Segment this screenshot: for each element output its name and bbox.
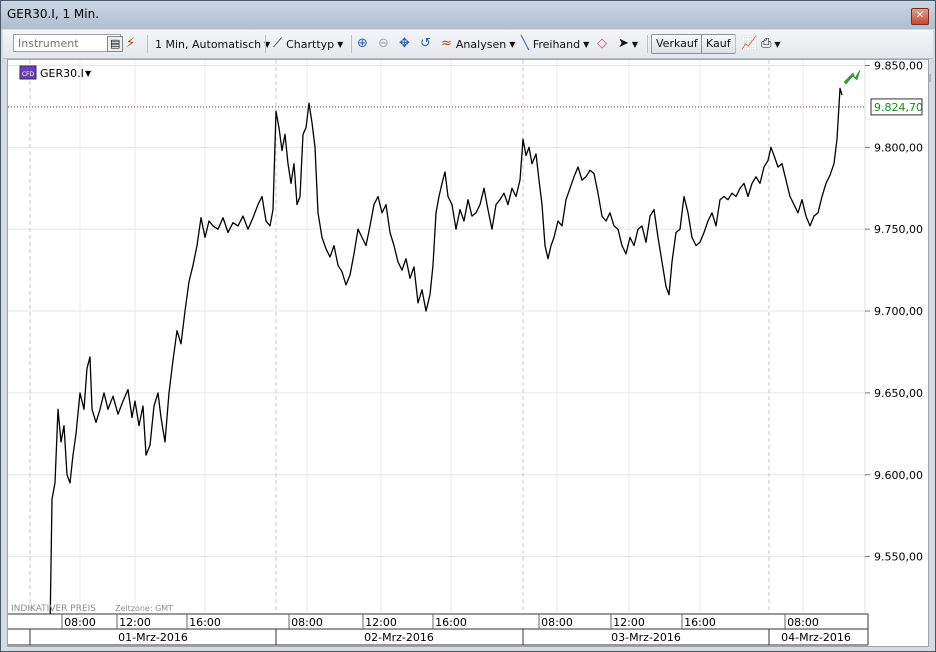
window-title: GER30.I, 1 Min. xyxy=(7,7,100,21)
verkauf-button[interactable]: Verkauf xyxy=(651,34,703,54)
add-indicator-icon[interactable]: ⚡ xyxy=(126,30,135,58)
y-tick-label: 9.550,00 xyxy=(874,551,923,564)
chart-settings-icon: 📈 xyxy=(741,36,758,51)
y-tick-label: 9.600,00 xyxy=(874,469,923,482)
instrument-picker-icon[interactable]: ▤ xyxy=(107,30,124,58)
x-tick-label: 16:00 xyxy=(684,616,716,629)
y-tick-label: 9.800,00 xyxy=(874,141,923,154)
chevron-down-icon: ▼ xyxy=(774,39,781,49)
close-button[interactable]: ✕ xyxy=(911,8,929,25)
x-tick-label: 12:00 xyxy=(613,616,645,629)
line-chart-icon: ⟋ xyxy=(273,36,283,51)
move-icon: ✥ xyxy=(399,36,410,51)
price-type-label: INDIKATIVER PREIS xyxy=(11,604,96,614)
chart-symbol: GER30.I xyxy=(40,67,84,80)
x-tick-label: 08:00 xyxy=(541,616,573,629)
eraser-button[interactable]: ◇ xyxy=(597,30,607,58)
x-tick-label: 16:00 xyxy=(435,616,467,629)
interval-label: 1 Min, Automatisch xyxy=(155,37,262,51)
zoom-out-icon: ⊖ xyxy=(378,36,389,51)
x-tick-label: 16:00 xyxy=(189,616,221,629)
current-price-label: 9.824,70 xyxy=(874,101,923,114)
zoom-in-button[interactable]: ⊕ xyxy=(357,30,368,58)
reset-button[interactable]: ↺ xyxy=(420,30,431,58)
day-label: 01-Mrz-2016 xyxy=(118,631,188,644)
zoom-in-icon: ⊕ xyxy=(357,36,368,51)
cfd-badge: CFD xyxy=(22,71,35,78)
y-tick-label: 9.700,00 xyxy=(874,305,923,318)
day-label: 04-Mrz-2016 xyxy=(781,631,851,644)
kauf-button[interactable]: Kauf xyxy=(701,34,736,54)
price-series-line xyxy=(49,87,843,631)
eraser-icon: ◇ xyxy=(597,36,607,51)
analysen-label: Analysen xyxy=(455,37,507,51)
zoom-out-button[interactable]: ⊖ xyxy=(378,30,389,58)
chevron-down-icon: ▼ xyxy=(509,39,516,49)
instrument-input[interactable] xyxy=(13,34,121,52)
analysis-icon: ≈ xyxy=(441,36,452,51)
chevron-down-icon: ▼ xyxy=(631,39,639,49)
y-tick-label: 9.850,00 xyxy=(874,60,923,73)
draw-line-icon: ╲ xyxy=(521,36,529,51)
chart-panel[interactable]: 9.550,00 9.600,00 9.650,00 9.700,00 9.750,00… xyxy=(7,59,929,647)
chart-header[interactable]: CFD GER30.I ▼ xyxy=(19,65,92,80)
price-chart[interactable]: 9.550,00 9.600,00 9.650,00 9.700,00 9.750,00… xyxy=(8,60,928,646)
toolbar: ▤ ⚡ 1 Min, Automatisch▼ ⟋ Charttyp▼ ⊕ ⊖ … xyxy=(3,30,933,82)
close-icon: ✕ xyxy=(915,10,925,21)
day-label: 03-Mrz-2016 xyxy=(611,631,681,644)
cursor-icon: ➤ xyxy=(618,36,629,51)
day-label: 02-Mrz-2016 xyxy=(364,631,434,644)
chevron-down-icon: ▼ xyxy=(337,39,344,49)
x-tick-label: 12:00 xyxy=(365,616,397,629)
chart-settings-button[interactable]: 📈 xyxy=(741,30,757,58)
chevron-down-icon: ▼ xyxy=(583,39,590,49)
x-tick-label: 08:00 xyxy=(787,616,819,629)
undo-icon: ↺ xyxy=(420,36,431,51)
interval-dropdown[interactable]: 1 Min, Automatisch ▼ xyxy=(155,30,270,58)
cursor-dropdown[interactable]: ➤ ▼ xyxy=(618,30,638,58)
y-tick-label: 9.750,00 xyxy=(874,223,923,236)
chevron-down-icon[interactable]: ▼ xyxy=(85,69,92,78)
print-icon: ⎙ xyxy=(761,36,772,51)
analysen-dropdown[interactable]: ≈ Analysen ▼ xyxy=(441,30,515,58)
x-tick-label: 12:00 xyxy=(119,616,151,629)
charttype-dropdown[interactable]: ⟋ Charttyp ▼ xyxy=(273,30,343,58)
freihand-label: Freihand xyxy=(532,37,581,51)
freihand-dropdown[interactable]: ╲ Freihand ▼ xyxy=(521,30,589,58)
chart-window: GER30.I, 1 Min. ✕ ▤ ⚡ 1 Min, Automatisch… xyxy=(0,0,936,652)
print-dropdown[interactable]: ⎙ ▼ xyxy=(761,30,781,58)
x-tick-label: 08:00 xyxy=(291,616,323,629)
title-bar: GER30.I, 1 Min. ✕ xyxy=(1,1,935,29)
fit-button[interactable]: ✥ xyxy=(399,30,410,58)
timezone-label: Zeitzone: GMT xyxy=(115,604,173,613)
y-tick-label: 9.650,00 xyxy=(874,387,923,400)
x-tick-label: 08:00 xyxy=(64,616,96,629)
charttype-label: Charttyp xyxy=(286,37,335,51)
up-arrow-icon xyxy=(843,69,861,85)
